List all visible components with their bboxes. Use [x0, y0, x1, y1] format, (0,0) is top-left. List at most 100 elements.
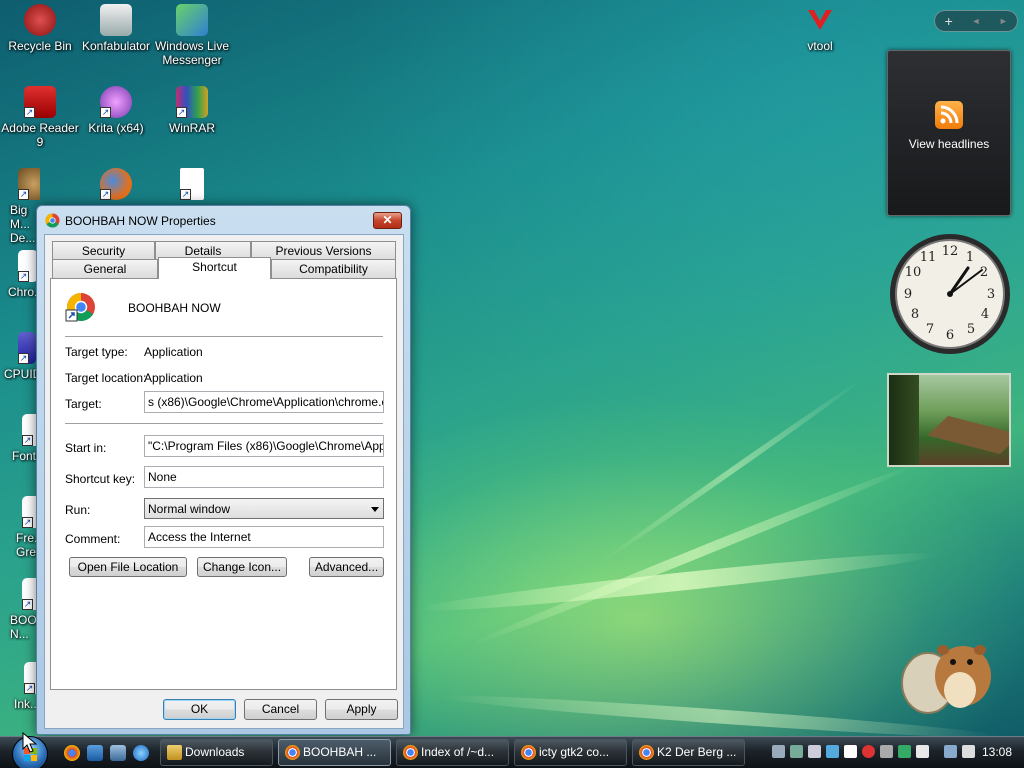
taskbar-button-k2[interactable]: K2 Der Berg ...: [632, 739, 745, 766]
open-file-location-button[interactable]: Open File Location: [69, 557, 187, 577]
dialog-titlebar[interactable]: BOOHBAH NOW Properties ✕: [37, 206, 410, 234]
quicklaunch-chrome-icon[interactable]: [64, 745, 80, 761]
start-in-label: Start in:: [65, 441, 107, 455]
svg-text:5: 5: [967, 322, 975, 337]
security-alert-icon[interactable]: [862, 745, 875, 758]
tab-label: Previous Versions: [275, 244, 372, 258]
tab-security[interactable]: Security: [52, 241, 155, 260]
hamster-mascot: [898, 628, 998, 718]
desktop-icon-konfabulator[interactable]: Konfabulator: [76, 4, 156, 53]
chrome-icon: [639, 745, 654, 760]
quicklaunch-show-desktop-icon[interactable]: [87, 745, 103, 761]
add-gadget-button[interactable]: +: [935, 13, 962, 29]
apply-button[interactable]: Apply: [325, 699, 398, 720]
slideshow-gadget[interactable]: [887, 373, 1011, 467]
shortcut-tab-page: BOOHBAH NOW Target type: Application Tar…: [50, 278, 397, 690]
clock-gadget: 12 1 2 345 678 9 10 11: [888, 232, 1012, 356]
quicklaunch-ie-icon[interactable]: [133, 745, 149, 761]
advanced-button[interactable]: Advanced...: [309, 557, 384, 577]
hamster-icon: [901, 645, 991, 714]
desktop-icon-shortcut[interactable]: ↗: [152, 168, 232, 203]
dialog-client-area: Security Details Previous Versions Gener…: [44, 234, 404, 729]
cpuid-icon: ↗: [18, 332, 36, 364]
desktop-icon-font[interactable]: ↗ Font...: [0, 414, 40, 463]
comment-field[interactable]: Access the Internet: [144, 526, 384, 548]
quicklaunch-switch-windows-icon[interactable]: [110, 745, 126, 761]
desktop-icon-label: Konfabulator: [81, 39, 151, 53]
language-bar-icon[interactable]: [772, 745, 785, 758]
tab-compatibility[interactable]: Compatibility: [271, 259, 396, 278]
next-gadget-button[interactable]: ►: [990, 16, 1017, 26]
network-connection-icon[interactable]: [944, 745, 957, 758]
tab-previous-versions[interactable]: Previous Versions: [251, 241, 396, 260]
network-icon[interactable]: [826, 745, 839, 758]
winrar-icon: ↗: [176, 86, 208, 118]
desktop-icon-label: WinRAR: [168, 121, 215, 135]
system-clock[interactable]: 13:08: [982, 745, 1012, 759]
close-button[interactable]: ✕: [373, 212, 402, 229]
svg-text:1: 1: [966, 250, 974, 265]
desktop-icon-boohbah[interactable]: ↗ BOO... N...: [0, 578, 40, 641]
desktop-icon-chrome[interactable]: ↗ Chro...: [0, 250, 40, 299]
tab-label: Details: [184, 244, 222, 258]
desktop-icon-recycle-bin[interactable]: Recycle Bin: [0, 4, 80, 53]
target-location-label: Target location:: [65, 371, 147, 385]
sidebar-controls: + ◄ ►: [934, 10, 1018, 32]
desktop-icon-firefox[interactable]: ↗: [76, 168, 156, 203]
start-in-field[interactable]: "C:\Program Files (x86)\Google\Chrome\Ap…: [144, 435, 384, 457]
tab-label: General: [83, 262, 127, 276]
desktop-icon-cpuid[interactable]: ↗ CPUID: [0, 332, 40, 381]
krita-icon: ↗: [100, 86, 132, 118]
desktop-icon-label: vtool: [807, 39, 833, 53]
ok-button[interactable]: OK: [163, 699, 236, 720]
taskbar-button-index[interactable]: Index of /~d...: [396, 739, 509, 766]
target-type-label: Target type:: [65, 345, 128, 359]
view-headlines-link[interactable]: View headlines: [888, 137, 1010, 151]
tab-shortcut[interactable]: Shortcut: [158, 257, 271, 279]
taskbar-button-downloads[interactable]: Downloads: [160, 739, 273, 766]
change-icon-button[interactable]: Change Icon...: [197, 557, 287, 577]
taskbar-button-label: BOOHBAH ...: [303, 745, 377, 759]
divider: [65, 336, 383, 337]
taskbar-button-icty[interactable]: icty gtk2 co...: [514, 739, 627, 766]
previous-gadget-button[interactable]: ◄: [962, 16, 989, 26]
desktop-icon-big-money[interactable]: ↗ Big M... De...: [0, 168, 40, 245]
target-label: Target:: [65, 397, 102, 411]
clock-face-icon: 12 12 345 678 91011: [890, 234, 1010, 354]
gpu-icon[interactable]: [880, 745, 893, 758]
dialog-title: BOOHBAH NOW Properties: [65, 214, 216, 228]
chrome-icon: ↗: [18, 250, 38, 282]
taskbar-button-label: Index of /~d...: [421, 745, 495, 759]
svg-text:10: 10: [905, 265, 922, 280]
tab-general[interactable]: General: [52, 259, 158, 278]
desktop-icon-krita[interactable]: ↗ Krita (x64): [76, 86, 156, 135]
desktop-icon-winrar[interactable]: ↗ WinRAR: [152, 86, 232, 135]
window-icon[interactable]: [808, 745, 821, 758]
forest-image: [889, 375, 919, 465]
shortcut-key-field[interactable]: None: [144, 466, 384, 488]
divider: [65, 423, 383, 424]
cancel-button[interactable]: Cancel: [244, 699, 317, 720]
desktop-icon-label: Adobe Reader 9: [1, 121, 79, 149]
run-select[interactable]: Normal window: [144, 498, 384, 519]
target-type-value: Application: [144, 345, 203, 359]
shield-icon[interactable]: [898, 745, 911, 758]
bluetooth-icon[interactable]: [844, 745, 857, 758]
desktop-icon-adobe-reader[interactable]: ↗ Adobe Reader 9: [0, 86, 80, 149]
desktop-icon-vtool[interactable]: vtool: [780, 4, 860, 53]
shortcut-name: BOOHBAH NOW: [128, 301, 221, 315]
taskbar-button-boohbah[interactable]: BOOHBAH ...: [278, 739, 391, 766]
monitor-icon[interactable]: [790, 745, 803, 758]
desktop-icon-inkscape[interactable]: ↗ Ink...: [0, 662, 40, 711]
chevron-down-icon: [371, 507, 379, 512]
desktop-icon-free[interactable]: ↗ Fre... Gre...: [0, 496, 40, 559]
volume-icon[interactable]: [962, 745, 975, 758]
run-label: Run:: [65, 503, 91, 517]
desktop-icon-messenger[interactable]: Windows Live Messenger: [152, 4, 232, 67]
app-tray-icon[interactable]: [916, 745, 929, 758]
target-field[interactable]: s (x86)\Google\Chrome\Application\chrome…: [144, 391, 384, 413]
rss-icon: [935, 101, 963, 129]
run-selected-value: Normal window: [148, 502, 231, 516]
feed-headlines-gadget[interactable]: View headlines: [887, 50, 1011, 216]
taskbar-button-label: Downloads: [185, 745, 245, 759]
